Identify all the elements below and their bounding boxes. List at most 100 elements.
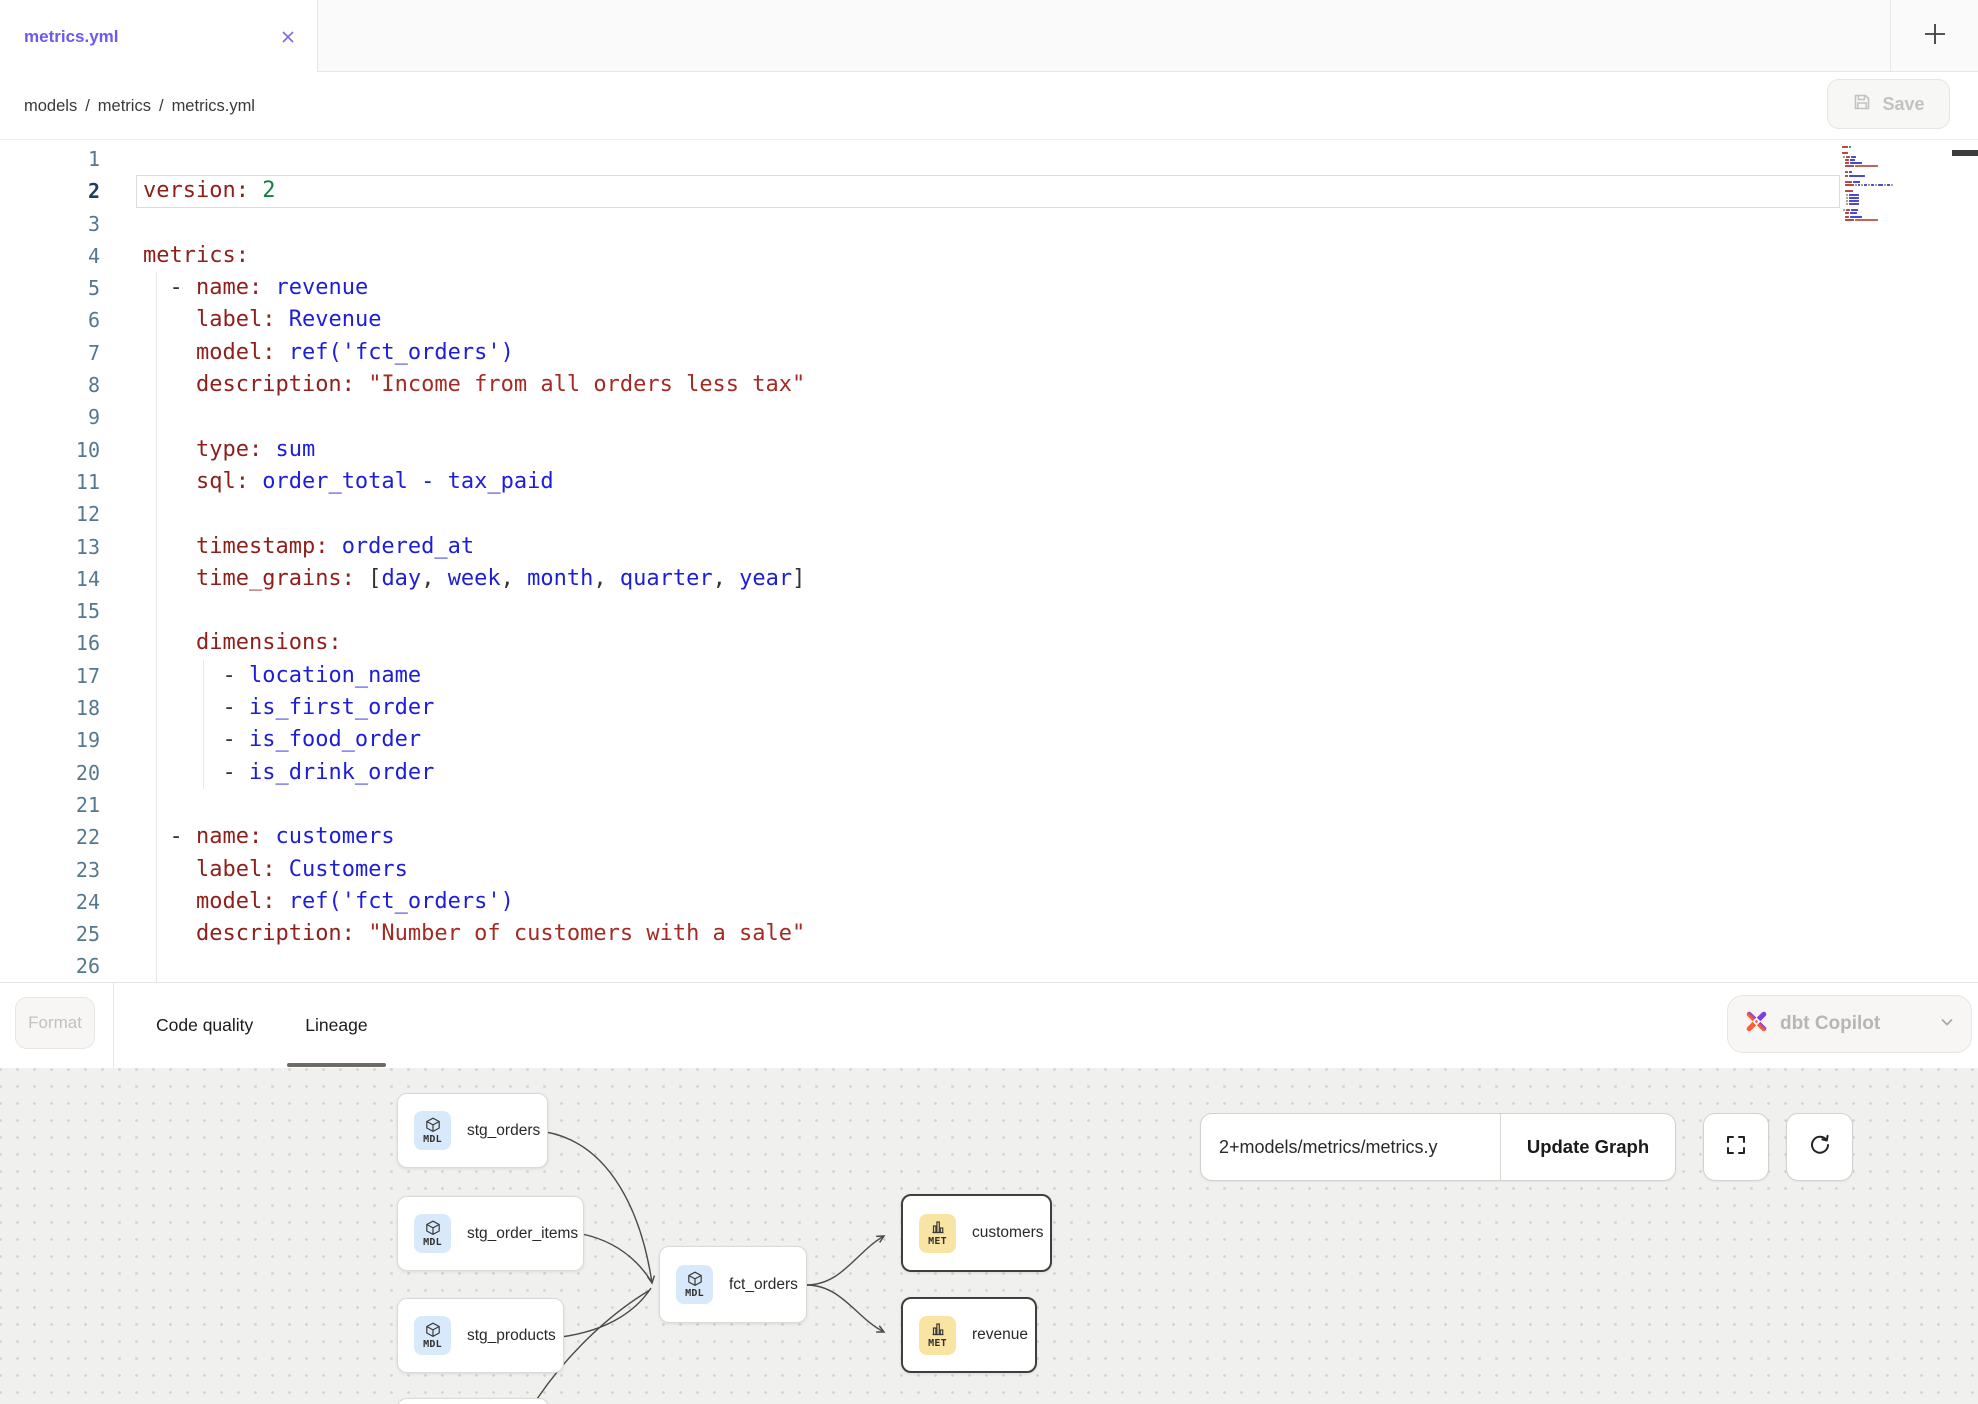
indent-guide bbox=[156, 789, 157, 821]
format-button[interactable]: Format bbox=[15, 997, 95, 1049]
line-number: 4 bbox=[0, 240, 100, 272]
dbt-ide-window: metrics.yml models/metrics/metrics.yml S… bbox=[0, 0, 1978, 1404]
minimap-line bbox=[1842, 143, 1896, 145]
cube-icon bbox=[425, 1220, 441, 1236]
indent-guide bbox=[156, 950, 157, 982]
save-button[interactable]: Save bbox=[1827, 79, 1950, 129]
minimap-line bbox=[1842, 178, 1896, 180]
code-line[interactable]: 8 description: "Income from all orders l… bbox=[0, 369, 1978, 401]
lineage-node-stg_order_items[interactable]: MDLstg_order_items bbox=[397, 1196, 584, 1271]
code-line[interactable]: 2version: 2 bbox=[0, 175, 1978, 207]
minimap-line bbox=[1842, 203, 1896, 205]
minimap-line bbox=[1842, 197, 1896, 199]
code-line[interactable]: 14 time_grains: [day, week, month, quart… bbox=[0, 563, 1978, 595]
lineage-node-customers[interactable]: METcustomers bbox=[901, 1194, 1052, 1272]
panel-tabs: Code quality Lineage bbox=[130, 983, 394, 1068]
code-line[interactable]: 13 timestamp: ordered_at bbox=[0, 531, 1978, 563]
new-tab-button[interactable] bbox=[1890, 0, 1978, 72]
breadcrumb-segment[interactable]: metrics.yml bbox=[172, 97, 255, 116]
tab-metrics-yml[interactable]: metrics.yml bbox=[0, 0, 318, 73]
minimap-line bbox=[1842, 212, 1896, 214]
code-line[interactable]: 12 bbox=[0, 498, 1978, 530]
model-badge: MDL bbox=[414, 1111, 451, 1150]
code-text: description: "Number of customers with a… bbox=[143, 918, 805, 950]
model-badge: MDL bbox=[414, 1214, 451, 1253]
code-text: - is_first_order bbox=[143, 692, 434, 724]
code-line[interactable]: 19 - is_food_order bbox=[0, 724, 1978, 756]
code-line[interactable]: 21 bbox=[0, 789, 1978, 821]
code-line[interactable]: 25 description: "Number of customers wit… bbox=[0, 918, 1978, 950]
bar-chart-icon bbox=[930, 1219, 946, 1235]
line-number: 24 bbox=[0, 886, 100, 918]
line-number: 2 bbox=[0, 175, 100, 207]
minimap-line bbox=[1842, 216, 1896, 218]
breadcrumb-segment[interactable]: metrics bbox=[98, 97, 151, 116]
code-line[interactable]: 16 dimensions: bbox=[0, 627, 1978, 659]
refresh-button[interactable] bbox=[1786, 1113, 1853, 1181]
badge-type-label: MDL bbox=[423, 1339, 442, 1350]
indent-guide bbox=[156, 595, 157, 627]
overview-ruler-cursor bbox=[1952, 150, 1978, 156]
code-editor[interactable]: 12version: 234metrics:5 - name: revenue6… bbox=[0, 140, 1978, 982]
code-text: sql: order_total - tax_paid bbox=[143, 466, 554, 498]
panel-tab-lineage[interactable]: Lineage bbox=[279, 983, 393, 1068]
lineage-node-stg_orders[interactable]: MDLstg_orders bbox=[397, 1093, 548, 1168]
code-line[interactable]: 3 bbox=[0, 208, 1978, 240]
code-line[interactable]: 20 - is_drink_order bbox=[0, 757, 1978, 789]
code-text: - is_food_order bbox=[143, 724, 421, 756]
line-number: 22 bbox=[0, 821, 100, 853]
code-line[interactable]: 1 bbox=[0, 143, 1978, 175]
code-line[interactable]: 15 bbox=[0, 595, 1978, 627]
minimap[interactable] bbox=[1842, 143, 1896, 225]
code-line[interactable]: 7 model: ref('fct_orders') bbox=[0, 337, 1978, 369]
code-text: label: Revenue bbox=[143, 304, 381, 336]
minimap-line bbox=[1842, 159, 1896, 161]
cube-icon bbox=[687, 1271, 703, 1287]
lineage-canvas[interactable]: MDLstg_orders MDLstg_order_items MDLstg_pr… bbox=[0, 1068, 1978, 1404]
code-line[interactable]: 10 type: sum bbox=[0, 434, 1978, 466]
indent-guide bbox=[156, 498, 157, 530]
code-line[interactable]: 9 bbox=[0, 401, 1978, 433]
code-line[interactable]: 26 bbox=[0, 950, 1978, 982]
line-number: 5 bbox=[0, 272, 100, 304]
code-text: - name: customers bbox=[143, 821, 395, 853]
line-number: 15 bbox=[0, 595, 100, 627]
fullscreen-button[interactable] bbox=[1703, 1113, 1769, 1181]
toolbar-divider bbox=[113, 983, 114, 1068]
lineage-node-stg_products[interactable]: MDLstg_products bbox=[397, 1298, 564, 1373]
code-line[interactable]: 6 label: Revenue bbox=[0, 304, 1978, 336]
code-line[interactable]: 5 - name: revenue bbox=[0, 272, 1978, 304]
dbt-copilot-button[interactable]: dbt Copilot bbox=[1727, 995, 1972, 1053]
code-line[interactable]: 22 - name: customers bbox=[0, 821, 1978, 853]
close-icon[interactable] bbox=[277, 26, 299, 48]
line-number: 20 bbox=[0, 757, 100, 789]
minimap-line bbox=[1842, 162, 1896, 164]
lineage-selector-input[interactable] bbox=[1201, 1114, 1500, 1180]
code-line[interactable]: 17 - location_name bbox=[0, 660, 1978, 692]
minimap-line bbox=[1842, 149, 1896, 151]
lineage-node-stg_partial[interactable]: MDL bbox=[397, 1398, 549, 1404]
code-text: model: ref('fct_orders') bbox=[143, 886, 514, 918]
badge-type-label: MDL bbox=[685, 1288, 704, 1299]
minimap-line bbox=[1842, 187, 1896, 189]
badge-type-label: MET bbox=[928, 1338, 947, 1349]
panel-tab-code-quality[interactable]: Code quality bbox=[130, 983, 279, 1068]
code-line[interactable]: 24 model: ref('fct_orders') bbox=[0, 886, 1978, 918]
update-graph-button[interactable]: Update Graph bbox=[1500, 1114, 1675, 1180]
code-text: timestamp: ordered_at bbox=[143, 531, 474, 563]
line-number: 10 bbox=[0, 434, 100, 466]
code-line[interactable]: 4metrics: bbox=[0, 240, 1978, 272]
line-number: 8 bbox=[0, 369, 100, 401]
line-number: 23 bbox=[0, 854, 100, 886]
minimap-line bbox=[1842, 190, 1896, 192]
code-line[interactable]: 11 sql: order_total - tax_paid bbox=[0, 466, 1978, 498]
minimap-line bbox=[1842, 175, 1896, 177]
code-line[interactable]: 18 - is_first_order bbox=[0, 692, 1978, 724]
code-line[interactable]: 23 label: Customers bbox=[0, 854, 1978, 886]
code-text: dimensions: bbox=[143, 627, 342, 659]
breadcrumb-segment[interactable]: models bbox=[24, 97, 77, 116]
lineage-node-revenue[interactable]: METrevenue bbox=[901, 1297, 1037, 1373]
minimap-line bbox=[1842, 171, 1896, 173]
lineage-node-fct_orders[interactable]: MDLfct_orders bbox=[659, 1246, 807, 1323]
panel-tab-label: Code quality bbox=[156, 1015, 253, 1036]
